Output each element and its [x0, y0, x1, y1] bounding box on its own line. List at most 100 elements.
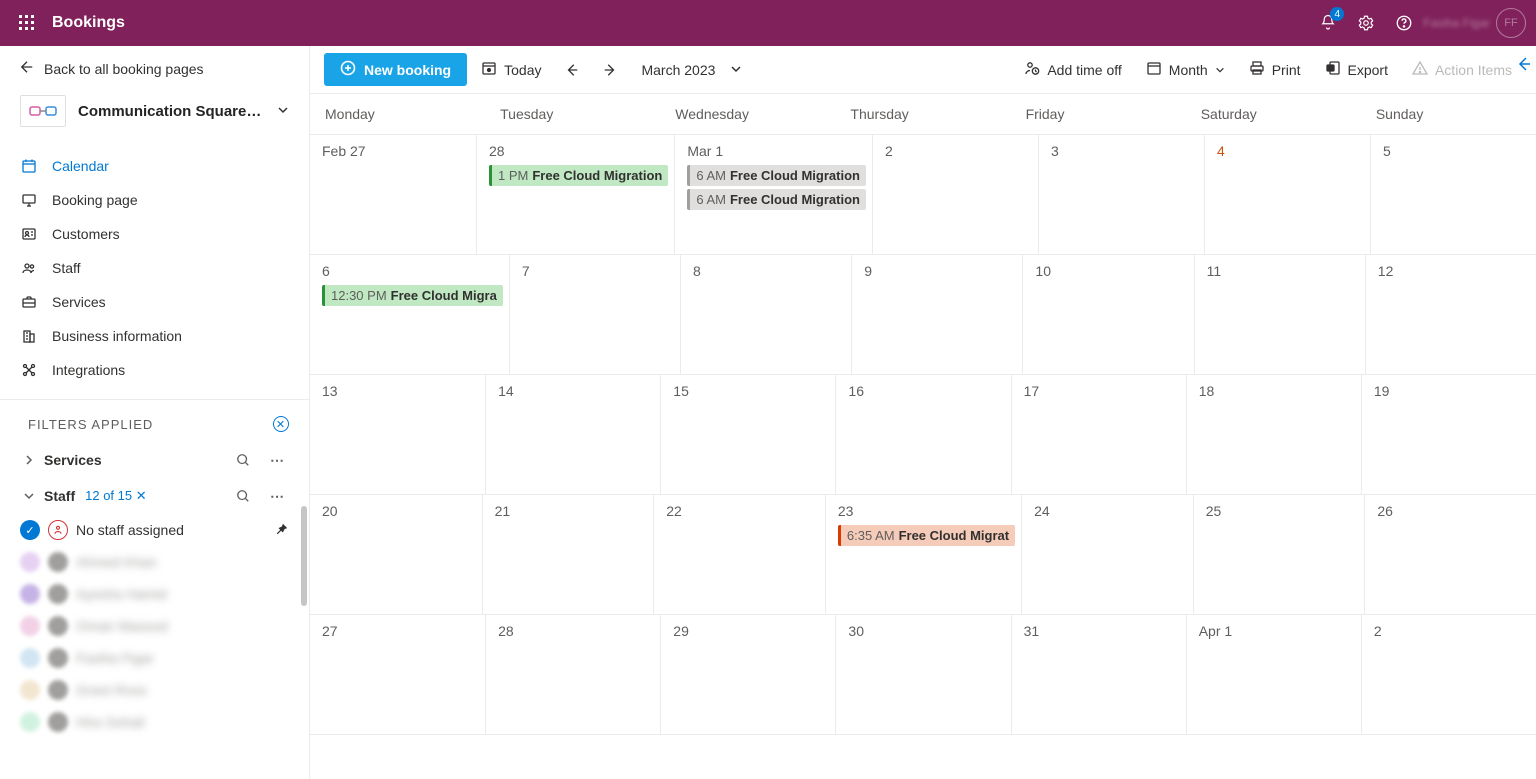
calendar-day-cell[interactable]: 2 [1361, 615, 1536, 734]
day-number: 3 [1051, 143, 1198, 159]
calendar-day-cell[interactable]: 8 [680, 255, 851, 374]
calendar-day-cell[interactable]: Mar 16 AMFree Cloud Migration6 AMFree Cl… [674, 135, 872, 254]
calendar-day-cell[interactable]: 12 [1365, 255, 1536, 374]
calendar-day-cell[interactable]: 11 [1194, 255, 1365, 374]
calendar-event[interactable]: 6 AMFree Cloud Migration [687, 189, 866, 210]
collapse-panel-icon[interactable] [1516, 56, 1532, 77]
export-button[interactable]: X Export [1315, 54, 1398, 85]
calendar-day-cell[interactable]: Feb 27 [310, 135, 476, 254]
staff-row[interactable]: Ahmed Khan [0, 546, 309, 578]
calendar-week-row: Feb 27281 PMFree Cloud MigrationMar 16 A… [310, 135, 1536, 255]
calendar-day-cell[interactable]: 30 [835, 615, 1010, 734]
more-icon[interactable]: ⋯ [265, 484, 289, 508]
scrollbar-thumb[interactable] [301, 506, 307, 606]
calendar-event[interactable]: 6 AMFree Cloud Migration [687, 165, 866, 186]
calendar-event[interactable]: 1 PMFree Cloud Migration [489, 165, 668, 186]
calendar-day-cell[interactable]: 18 [1186, 375, 1361, 494]
calendar-day-cell[interactable]: 27 [310, 615, 485, 734]
calendar-day-cell[interactable]: 26 [1364, 495, 1536, 614]
calendar-day-cell[interactable]: 9 [851, 255, 1022, 374]
calendar-event[interactable]: 6:35 AMFree Cloud Migrat [838, 525, 1015, 546]
calendar-day-cell[interactable]: 19 [1361, 375, 1536, 494]
staff-row[interactable]: Ayesha Hamid [0, 578, 309, 610]
clear-staff-icon[interactable]: ✕ [136, 488, 147, 503]
staff-row[interactable]: Fasiha Figar [0, 642, 309, 674]
calendar-icon [1146, 60, 1162, 79]
chevron-right-icon [24, 452, 34, 468]
day-number: 7 [522, 263, 674, 279]
calendar-day-cell[interactable]: 17 [1011, 375, 1186, 494]
nav-label: Calendar [52, 158, 109, 174]
search-icon[interactable] [231, 484, 255, 508]
nav-calendar[interactable]: Calendar [0, 149, 309, 183]
calendar-day-cell[interactable]: 4 [1204, 135, 1370, 254]
calendar-day-cell[interactable]: 10 [1022, 255, 1193, 374]
action-items-button[interactable]: Action Items [1402, 54, 1522, 85]
nav-booking-page[interactable]: Booking page [0, 183, 309, 217]
new-booking-label: New booking [364, 62, 451, 78]
staff-row[interactable]: Omair Masood [0, 610, 309, 642]
calendar-day-cell[interactable]: 281 PMFree Cloud Migration [476, 135, 674, 254]
settings-icon[interactable] [1347, 4, 1385, 42]
calendar-day-cell[interactable]: 20 [310, 495, 482, 614]
back-link[interactable]: Back to all booking pages [0, 46, 309, 85]
calendar-day-cell[interactable]: 3 [1038, 135, 1204, 254]
staff-name: Grant Ross [76, 682, 147, 698]
pin-icon[interactable] [275, 522, 289, 539]
calendar-day-cell[interactable]: 236:35 AMFree Cloud Migrat [825, 495, 1021, 614]
calendar-icon [20, 158, 38, 174]
search-icon[interactable] [231, 448, 255, 472]
staff-row[interactable]: Hira Sohail [0, 706, 309, 738]
calendar-day-cell[interactable]: 28 [485, 615, 660, 734]
month-picker[interactable]: March 2023 [631, 56, 752, 84]
staff-avatar [48, 712, 68, 732]
print-button[interactable]: Print [1239, 54, 1311, 85]
svg-text:X: X [1329, 66, 1333, 72]
calendar-day-cell[interactable]: 2 [872, 135, 1038, 254]
today-button[interactable]: Today [471, 54, 551, 85]
calendar-day-cell[interactable]: 31 [1011, 615, 1186, 734]
day-number: 15 [673, 383, 829, 399]
new-booking-button[interactable]: New booking [324, 53, 467, 86]
nav-integrations[interactable]: Integrations [0, 353, 309, 387]
staff-avatar [20, 616, 40, 636]
avatar[interactable]: FF [1496, 8, 1526, 38]
calendar-day-cell[interactable]: 612:30 PMFree Cloud Migra [310, 255, 509, 374]
next-button[interactable] [593, 57, 627, 83]
calendar-day-cell[interactable]: 22 [653, 495, 825, 614]
calendar-day-cell[interactable]: 15 [660, 375, 835, 494]
nav-label: Business information [52, 328, 182, 344]
app-launcher-icon[interactable] [10, 6, 44, 40]
calendar-day-cell[interactable]: 14 [485, 375, 660, 494]
filter-staff[interactable]: Staff 12 of 15 ✕ ⋯ [0, 478, 309, 514]
calendar-day-cell[interactable]: 29 [660, 615, 835, 734]
help-icon[interactable] [1385, 4, 1423, 42]
clear-filters-icon[interactable]: ✕ [273, 416, 289, 432]
staff-avatar [48, 584, 68, 604]
staff-avatar [20, 712, 40, 732]
more-icon[interactable]: ⋯ [265, 448, 289, 472]
excel-icon: X [1325, 60, 1341, 79]
org-selector[interactable]: Communication Square L... [0, 85, 309, 141]
calendar-day-cell[interactable]: 7 [509, 255, 680, 374]
calendar-day-cell[interactable]: 5 [1370, 135, 1536, 254]
filter-services[interactable]: Services ⋯ [0, 442, 309, 478]
calendar-event[interactable]: 12:30 PMFree Cloud Migra [322, 285, 503, 306]
nav-staff[interactable]: Staff [0, 251, 309, 285]
notifications-icon[interactable]: 4 [1309, 4, 1347, 42]
staff-row[interactable]: Grant Ross [0, 674, 309, 706]
nav-customers[interactable]: Customers [0, 217, 309, 251]
calendar-day-cell[interactable]: 16 [835, 375, 1010, 494]
add-time-off-button[interactable]: Add time off [1014, 54, 1131, 85]
nav-business-info[interactable]: Business information [0, 319, 309, 353]
calendar-day-cell[interactable]: 24 [1021, 495, 1193, 614]
calendar-day-cell[interactable]: Apr 1 [1186, 615, 1361, 734]
export-label: Export [1348, 62, 1388, 78]
view-selector[interactable]: Month [1136, 54, 1235, 85]
nav-services[interactable]: Services [0, 285, 309, 319]
calendar-day-cell[interactable]: 25 [1193, 495, 1365, 614]
prev-button[interactable] [555, 57, 589, 83]
calendar-day-cell[interactable]: 21 [482, 495, 654, 614]
staff-row-no-staff[interactable]: ✓ No staff assigned [0, 514, 309, 546]
calendar-day-cell[interactable]: 13 [310, 375, 485, 494]
